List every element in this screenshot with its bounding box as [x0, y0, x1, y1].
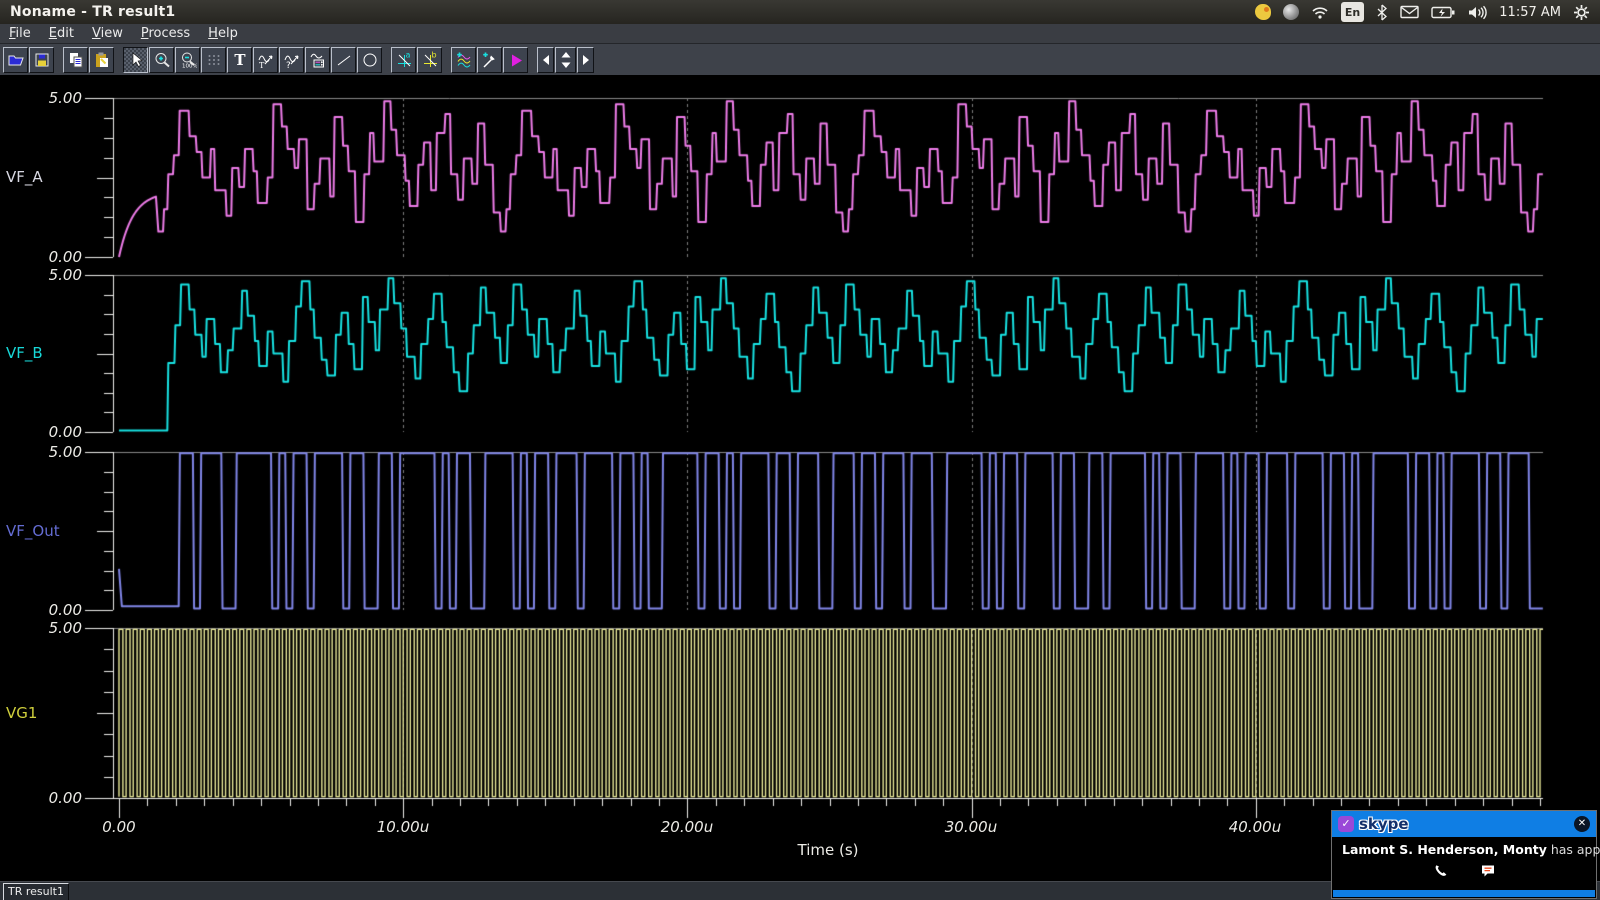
skype-message: Lamont S. Henderson, Monty has appeared …	[1332, 837, 1596, 857]
y-max-label: 5.00	[2, 266, 82, 284]
x-tick-label: 40.00u	[1213, 818, 1297, 836]
skype-footer-bar	[1333, 890, 1595, 897]
signal-label-vfa: VF_A	[6, 168, 43, 186]
grid-button[interactable]	[201, 47, 226, 73]
x-tick-label: 0.00	[77, 818, 161, 836]
keyboard-layout-badge[interactable]: En	[1341, 2, 1364, 22]
clock[interactable]: 11:57 AM	[1499, 3, 1561, 21]
legend-button[interactable]	[305, 47, 330, 73]
x-tick-label: 20.00u	[645, 818, 729, 836]
x-tick-label: 30.00u	[929, 818, 1013, 836]
toolbar: 100% T T ? a b	[0, 44, 1600, 75]
zoom-out-100-button[interactable]: 100%	[175, 47, 200, 73]
battery-icon[interactable]	[1431, 3, 1455, 21]
signal-label-vfout: VF_Out	[6, 522, 60, 540]
paste-button[interactable]	[89, 47, 114, 73]
wifi-icon[interactable]	[1311, 3, 1329, 21]
bluetooth-icon[interactable]	[1376, 3, 1388, 21]
probe-button[interactable]	[477, 47, 502, 73]
add-curves-button[interactable]	[451, 47, 476, 73]
skype-actions	[1332, 855, 1596, 886]
skype-header: ✓ skype ✕	[1332, 811, 1596, 837]
axis-a-button[interactable]: a	[391, 47, 416, 73]
application-window: Noname - TR result1 En 11:57 AM	[0, 0, 1600, 900]
close-icon[interactable]: ✕	[1574, 816, 1590, 832]
menu-file[interactable]: File	[0, 24, 40, 43]
signal-label-vg1: VG1	[6, 704, 37, 722]
save-button[interactable]	[29, 47, 54, 73]
cursor-value-button[interactable]: ?	[279, 47, 304, 73]
volume-icon[interactable]	[1467, 3, 1487, 21]
y-min-label: 0.00	[2, 423, 82, 441]
skype-status-icon[interactable]	[1255, 3, 1271, 21]
y-max-label: 5.00	[2, 443, 82, 461]
x-axis-title: Time (s)	[728, 841, 928, 859]
open-button[interactable]	[3, 47, 28, 73]
skype-check-icon: ✓	[1338, 816, 1354, 832]
ellipse-tool-button[interactable]	[357, 47, 382, 73]
select-cursor-button[interactable]	[123, 47, 148, 73]
menubar: File Edit View Process Help	[0, 24, 1600, 44]
svg-text:100%: 100%	[182, 63, 197, 69]
call-button[interactable]	[1425, 855, 1456, 886]
y-max-label: 5.00	[2, 89, 82, 107]
waveform-plot	[0, 75, 1600, 881]
axis-b-button[interactable]: b	[417, 47, 442, 73]
text-tool-button[interactable]: T	[227, 47, 252, 73]
y-max-label: 5.00	[2, 619, 82, 637]
nav-spinner[interactable]	[555, 47, 576, 73]
nav-left-button[interactable]	[537, 47, 554, 73]
result-tab[interactable]: TR result1	[3, 883, 69, 900]
copy-button[interactable]	[63, 47, 88, 73]
line-tool-button[interactable]	[331, 47, 356, 73]
y-min-label: 0.00	[2, 789, 82, 807]
chat-button[interactable]	[1472, 855, 1503, 886]
menu-view[interactable]: View	[83, 24, 132, 43]
menu-process[interactable]: Process	[132, 24, 199, 43]
signal-label-vfb: VF_B	[6, 344, 43, 362]
skype-notification: ✓ skype ✕ Lamont S. Henderson, Monty has…	[1331, 810, 1597, 899]
session-gear-icon[interactable]	[1573, 3, 1590, 21]
svg-text:T: T	[234, 51, 246, 69]
svg-text:?: ?	[286, 61, 291, 69]
system-tray: En 11:57 AM	[1255, 2, 1590, 22]
y-min-label: 0.00	[2, 248, 82, 266]
menu-help[interactable]: Help	[199, 24, 247, 43]
svg-text:a: a	[405, 51, 410, 60]
svg-text:b: b	[431, 51, 436, 60]
cursor-a-button[interactable]: T	[253, 47, 278, 73]
run-button[interactable]	[503, 47, 528, 73]
window-title: Noname - TR result1	[10, 4, 175, 20]
nav-right-button[interactable]	[577, 47, 594, 73]
menu-edit[interactable]: Edit	[40, 24, 83, 43]
mail-icon[interactable]	[1400, 3, 1419, 21]
ibus-orb-icon[interactable]	[1283, 3, 1299, 21]
waveform-viewer: VF_A VF_B VF_Out VG1 5.00 0.00 5.00 0.00…	[0, 75, 1600, 881]
svg-text:T: T	[259, 61, 265, 69]
x-tick-label: 10.00u	[361, 818, 445, 836]
skype-wordmark: skype	[1359, 815, 1409, 833]
titlebar: Noname - TR result1 En 11:57 AM	[0, 0, 1600, 24]
y-min-label: 0.00	[2, 601, 82, 619]
zoom-in-button[interactable]	[149, 47, 174, 73]
